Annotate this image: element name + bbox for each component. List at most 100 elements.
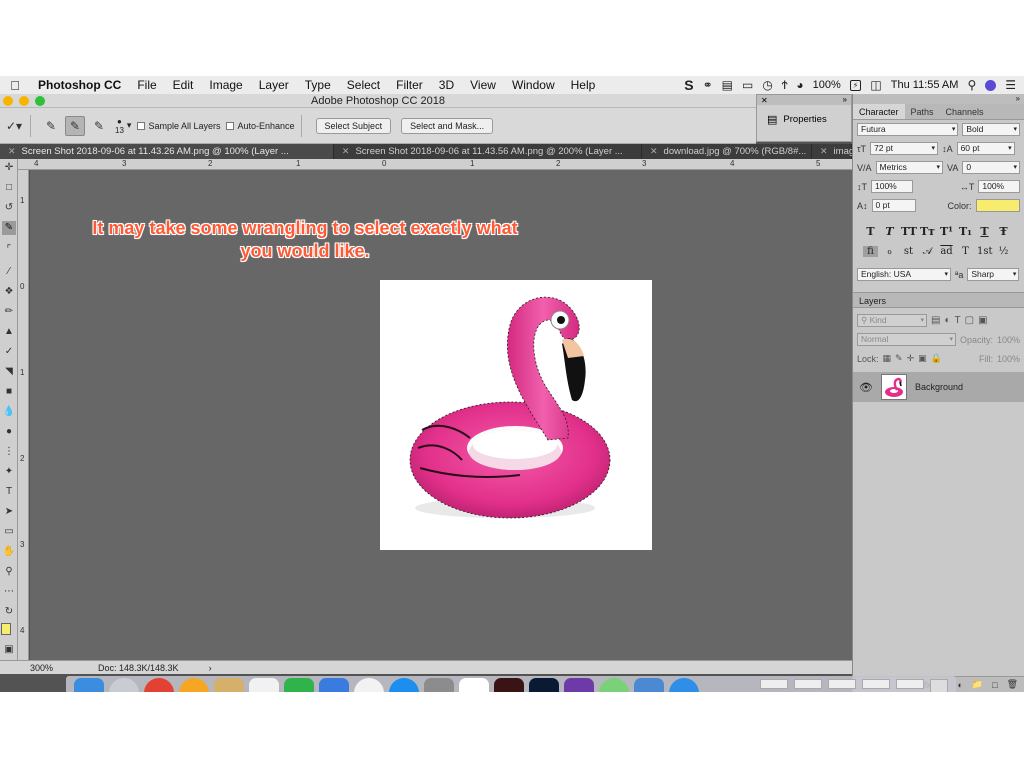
creative-cloud-icon[interactable]: ⚭ xyxy=(703,78,713,92)
tab-character[interactable]: Character xyxy=(853,104,905,119)
swash-button[interactable]: 𝒜 xyxy=(920,246,935,257)
small-caps-button[interactable]: Tт xyxy=(920,225,935,238)
text-color-swatch[interactable] xyxy=(975,199,1020,212)
display-icon[interactable]: ◫ xyxy=(870,78,881,92)
siri-icon[interactable] xyxy=(985,79,997,91)
eraser-tool-icon[interactable]: ◥ xyxy=(2,365,16,379)
document-canvas[interactable] xyxy=(380,280,652,550)
layer-row[interactable]: 👁 Background xyxy=(853,372,1024,402)
dock-minimized-window[interactable] xyxy=(862,679,890,689)
clone-stamp-tool-icon[interactable]: ▲ xyxy=(2,325,16,339)
foreground-color-swatch[interactable] xyxy=(1,623,11,635)
app-store-icon[interactable] xyxy=(389,678,419,692)
tab-paths[interactable]: Paths xyxy=(905,104,940,119)
blur-tool-icon[interactable]: 💧 xyxy=(2,405,16,419)
document-tab[interactable]: ✕ Screen Shot 2018-09-06 at 11.43.26 AM.… xyxy=(0,144,334,159)
menu-select[interactable]: Select xyxy=(339,78,388,92)
visibility-eye-icon[interactable]: 👁 xyxy=(859,381,873,394)
filter-adjustment-icon[interactable]: ◐ xyxy=(944,315,950,326)
select-subject-button[interactable]: Select Subject xyxy=(315,117,392,134)
more-tools-icon[interactable]: ⋯ xyxy=(2,585,16,599)
ordinals-button[interactable]: 1st xyxy=(977,246,993,257)
menubar-clock[interactable]: Thu 11:55 AM xyxy=(891,79,959,91)
strikethrough-button[interactable]: Ŧ xyxy=(996,225,1011,238)
menu-image[interactable]: Image xyxy=(201,78,250,92)
font-style-select[interactable]: Bold ▾ xyxy=(962,123,1020,136)
quick-selection-tool-preset-icon[interactable]: ✓▾ xyxy=(4,116,24,136)
discretionary-ligatures-button[interactable]: st xyxy=(901,246,916,257)
new-selection-icon[interactable]: ✎ xyxy=(41,116,61,136)
collapse-dock-icon[interactable]: » xyxy=(843,95,851,104)
lock-all-icon[interactable]: 🔒 xyxy=(931,353,942,364)
globe-icon[interactable] xyxy=(669,678,699,692)
brush-tool-icon[interactable]: ✏ xyxy=(2,305,16,319)
launchpad-icon[interactable] xyxy=(109,678,139,692)
font-family-select[interactable]: Futura ▾ xyxy=(857,123,959,136)
dodge-tool-icon[interactable]: ● xyxy=(2,425,16,439)
fractions-button[interactable]: ½ xyxy=(996,246,1011,257)
menu-app-name[interactable]: Photoshop CC xyxy=(30,78,129,92)
menu-file[interactable]: File xyxy=(129,78,164,92)
lock-position-icon[interactable]: ✛ xyxy=(907,353,915,364)
hand-tool-icon[interactable]: ✋ xyxy=(2,545,16,559)
menu-help[interactable]: Help xyxy=(563,78,604,92)
superscript-button[interactable]: T¹ xyxy=(939,225,954,238)
system-preferences-icon[interactable] xyxy=(424,678,454,692)
close-dock-icon[interactable]: ✕ xyxy=(757,96,768,105)
spotlight-search-icon[interactable]: ⚲ xyxy=(967,78,976,92)
blend-mode-select[interactable]: Normal ▾ xyxy=(857,333,956,346)
photoshop-icon[interactable] xyxy=(529,678,559,692)
menu-3d[interactable]: 3D xyxy=(431,78,462,92)
ligatures-button[interactable]: fi xyxy=(863,246,878,257)
faux-bold-button[interactable]: T xyxy=(863,225,878,238)
new-group-icon[interactable]: 📁 xyxy=(972,679,983,690)
quick-selection-tool-icon[interactable]: ✎ xyxy=(2,221,16,235)
dock-minimized-window[interactable] xyxy=(760,679,788,689)
collapse-panels-icon[interactable]: » xyxy=(1016,94,1024,103)
faux-italic-button[interactable]: T xyxy=(882,225,897,238)
path-selection-tool-icon[interactable]: ➤ xyxy=(2,505,16,519)
sample-all-layers-checkbox[interactable]: Sample All Layers xyxy=(137,121,220,131)
battery-icon[interactable]: ⚡ xyxy=(849,79,862,91)
close-tab-icon[interactable]: ✕ xyxy=(650,146,658,157)
wifi-icon[interactable]: ◕ xyxy=(796,78,803,92)
history-brush-tool-icon[interactable]: ✓ xyxy=(2,345,16,359)
numbers-icon[interactable] xyxy=(284,678,314,692)
calendar-icon[interactable] xyxy=(459,678,489,692)
document-tab[interactable]: ✕ imag xyxy=(812,144,852,159)
filter-type-icon[interactable]: T xyxy=(955,315,961,326)
word-icon[interactable] xyxy=(634,678,664,692)
apple-menu-icon[interactable]:  xyxy=(0,78,30,93)
stylistic-alternates-button[interactable]: ad xyxy=(939,246,954,257)
chrome-icon[interactable] xyxy=(144,678,174,692)
layers-panel-title[interactable]: Layers xyxy=(859,296,886,306)
menu-edit[interactable]: Edit xyxy=(165,78,202,92)
brush-size-picker[interactable]: ● 13 xyxy=(115,117,124,135)
airplay-icon[interactable]: ▭ xyxy=(742,78,753,92)
menu-type[interactable]: Type xyxy=(297,78,339,92)
swap-colors-icon[interactable]: ↻ xyxy=(2,605,16,619)
layer-kind-filter[interactable]: ⚲ Kind ▾ xyxy=(857,314,927,327)
crop-tool-icon[interactable]: ⌜ xyxy=(2,243,16,257)
canvas-workspace[interactable]: It may take some wrangling to select exa… xyxy=(30,170,852,660)
auto-enhance-checkbox[interactable]: Auto-Enhance xyxy=(226,121,295,131)
dock-minimized-window[interactable] xyxy=(828,679,856,689)
status-menu-arrow[interactable]: › xyxy=(179,663,212,673)
stack-icon[interactable]: ▤ xyxy=(722,78,733,92)
zoom-level[interactable]: 300% xyxy=(0,663,66,673)
gradient-tool-icon[interactable]: ■ xyxy=(2,385,16,399)
move-tool-icon[interactable]: ✛ xyxy=(2,161,16,175)
subscript-button[interactable]: T₁ xyxy=(958,225,973,238)
finder-icon[interactable] xyxy=(74,678,104,692)
leading-field[interactable]: 60 pt ▾ xyxy=(956,142,1015,155)
document-tab[interactable]: ✕ Screen Shot 2018-09-06 at 11.43.56 AM.… xyxy=(334,144,642,159)
filter-shape-icon[interactable]: ▢ xyxy=(965,315,974,326)
dock-minimized-window[interactable] xyxy=(794,679,822,689)
dock-minimized-window[interactable] xyxy=(896,679,924,689)
lock-artboard-icon[interactable]: ▣ xyxy=(918,353,927,364)
font-size-field[interactable]: 72 pt ▾ xyxy=(870,142,939,155)
pen-tool-icon[interactable]: ⋮ xyxy=(2,445,16,459)
trash-icon[interactable] xyxy=(930,679,948,692)
layer-name[interactable]: Background xyxy=(915,382,963,392)
quick-mask-icon[interactable]: ▣ xyxy=(2,643,16,657)
